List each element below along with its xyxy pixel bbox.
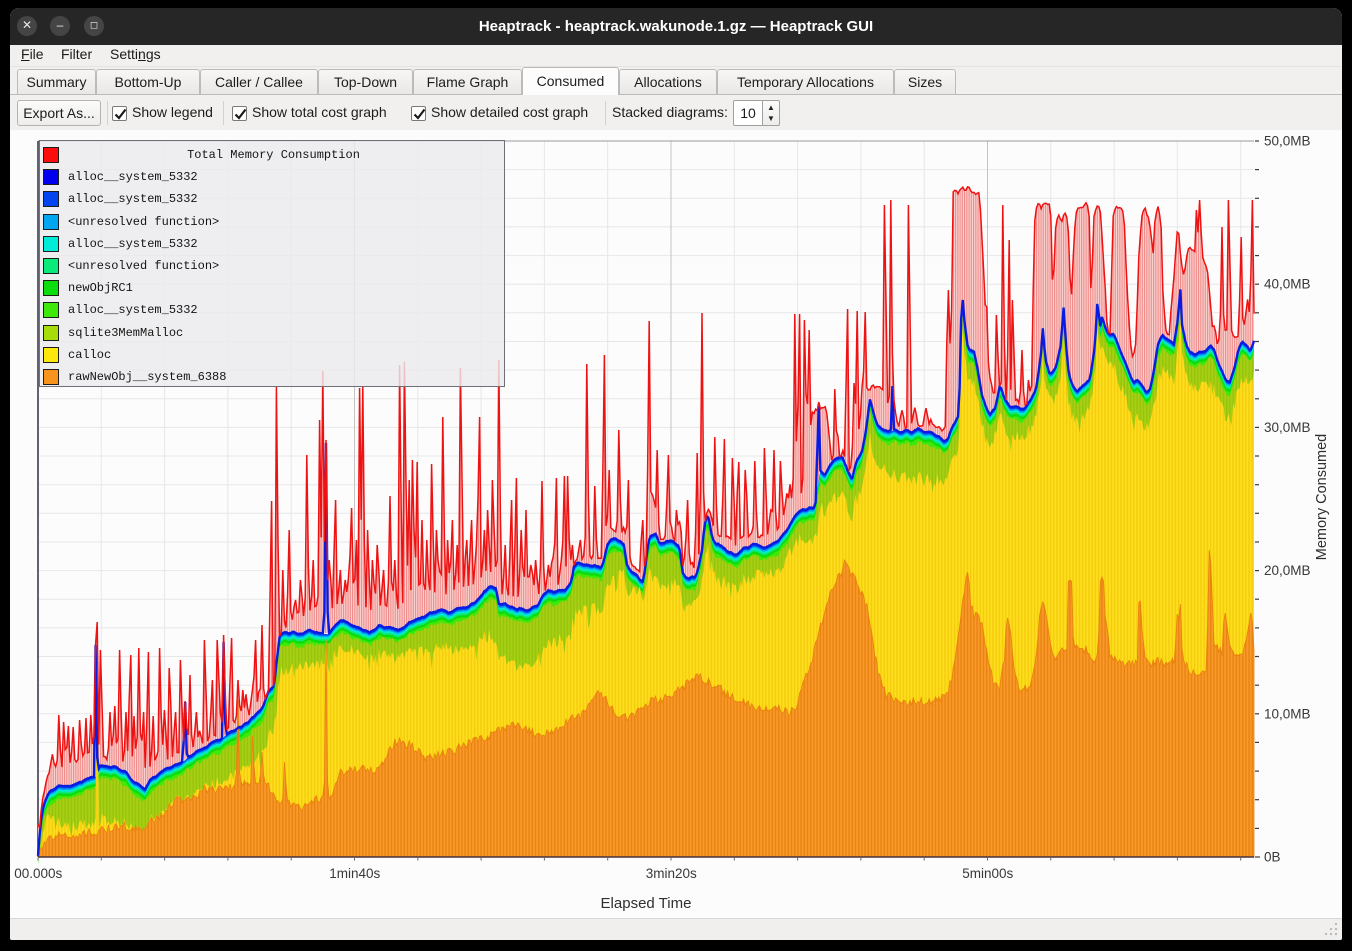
svg-text:5min00s: 5min00s — [962, 866, 1013, 881]
svg-text:10,0MB: 10,0MB — [1264, 706, 1311, 721]
svg-text:20,0MB: 20,0MB — [1264, 563, 1311, 578]
svg-text:00.000s: 00.000s — [14, 866, 62, 881]
svg-text:Elapsed Time: Elapsed Time — [601, 895, 692, 912]
svg-text:50,0MB: 50,0MB — [1264, 134, 1311, 149]
svg-text:3min20s: 3min20s — [646, 866, 697, 881]
svg-text:0B: 0B — [1264, 850, 1281, 865]
svg-text:30,0MB: 30,0MB — [1264, 420, 1311, 435]
svg-text:1min40s: 1min40s — [329, 866, 380, 881]
svg-text:40,0MB: 40,0MB — [1264, 277, 1311, 292]
svg-text:Memory Consumed: Memory Consumed — [1314, 434, 1330, 561]
